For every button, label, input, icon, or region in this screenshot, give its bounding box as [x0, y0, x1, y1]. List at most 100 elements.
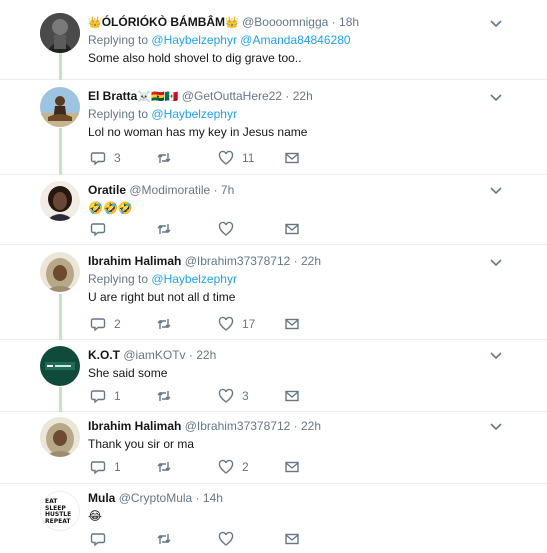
handle[interactable]: @Modimoratile	[129, 183, 210, 197]
tweet-text: Some also hold shovel to dig grave too..	[88, 51, 302, 65]
like-button[interactable]: 2	[218, 459, 249, 475]
display-name[interactable]: Ibrahim Halimah	[88, 419, 181, 433]
display-name[interactable]: Oratile	[88, 183, 126, 197]
reply-icon	[90, 318, 106, 332]
avatar-text: EAT SLEEP HUSTLE REPEAT	[45, 498, 72, 525]
replying-to-handles[interactable]: @Haybelzephyr	[151, 107, 237, 121]
timestamp[interactable]: 22h	[301, 254, 321, 268]
handle[interactable]: @iamKOTv	[123, 348, 185, 362]
reply-icon	[90, 223, 106, 237]
envelope-icon	[285, 390, 299, 402]
reply-icon	[90, 533, 106, 547]
like-button[interactable]	[218, 531, 242, 547]
like-button[interactable]	[218, 221, 242, 237]
replying-to-handles[interactable]: @Haybelzephyr	[151, 272, 237, 286]
retweet-icon	[157, 462, 171, 472]
chevron-down-icon[interactable]	[489, 255, 503, 269]
replying-to-handles[interactable]: @Haybelzephyr @Amanda84846280	[151, 33, 350, 47]
chevron-down-icon[interactable]	[489, 419, 503, 433]
reply-button[interactable]: 2	[90, 316, 121, 332]
reply-count: 1	[114, 389, 121, 403]
avatar[interactable]	[40, 346, 80, 386]
timestamp[interactable]: 14h	[203, 491, 223, 505]
thread-connector	[59, 128, 62, 175]
timestamp[interactable]: 18h	[339, 15, 359, 29]
reply-icon	[90, 152, 106, 166]
replying-to: Replying to @Haybelzephyr	[88, 271, 507, 287]
tweet[interactable]: El Bratta☠️🇬🇭🇲🇽 @GetOuttaHere22 · 22h Re…	[0, 80, 547, 175]
display-name[interactable]: Mula	[88, 491, 115, 505]
avatar[interactable]	[40, 252, 80, 292]
separator-dot: ·	[293, 419, 298, 433]
like-button[interactable]: 17	[218, 316, 255, 332]
timestamp[interactable]: 22h	[301, 419, 321, 433]
tweet[interactable]: 👑ÓLÓRIÓKÒ BÁMBÂM👑 @Boooomnigga · 18h Rep…	[0, 0, 547, 80]
tweet[interactable]: K.O.T @iamKOTv · 22h She said some 1 3	[0, 340, 547, 412]
handle[interactable]: @Ibrahim37378712	[185, 419, 291, 433]
direct-message-button[interactable]	[284, 388, 300, 404]
chevron-down-icon[interactable]	[489, 348, 503, 362]
display-name[interactable]: K.O.T	[88, 348, 120, 362]
tweet[interactable]: Ibrahim Halimah @Ibrahim37378712 · 22h T…	[0, 412, 547, 484]
envelope-icon	[285, 318, 299, 330]
retweet-icon	[157, 534, 171, 544]
envelope-icon	[285, 152, 299, 164]
heart-icon	[218, 459, 234, 474]
display-name[interactable]: ÓLÓRIÓKÒ BÁMBÂM	[102, 15, 225, 29]
direct-message-button[interactable]	[284, 150, 300, 166]
separator-dot: ·	[195, 491, 200, 505]
like-count: 3	[242, 389, 249, 403]
display-name[interactable]: Ibrahim Halimah	[88, 254, 181, 268]
handle[interactable]: @Ibrahim37378712	[185, 254, 291, 268]
direct-message-button[interactable]	[284, 221, 300, 237]
heart-icon	[218, 388, 234, 403]
avatar[interactable]	[40, 13, 80, 53]
chevron-down-icon[interactable]	[489, 183, 503, 197]
direct-message-button[interactable]	[284, 316, 300, 332]
timestamp[interactable]: 7h	[221, 183, 234, 197]
retweet-button[interactable]	[156, 531, 180, 547]
retweet-icon	[157, 153, 171, 163]
avatar[interactable]	[40, 417, 80, 457]
tweet[interactable]: EAT SLEEP HUSTLE REPEAT Mula @CryptoMula…	[0, 484, 547, 553]
retweet-icon	[157, 391, 171, 401]
like-button[interactable]: 11	[218, 150, 254, 166]
reply-button[interactable]: 1	[90, 459, 121, 475]
retweet-button[interactable]	[156, 221, 180, 237]
direct-message-button[interactable]	[284, 459, 300, 475]
handle[interactable]: @CryptoMula	[119, 491, 193, 505]
avatar[interactable]: EAT SLEEP HUSTLE REPEAT	[40, 491, 80, 531]
timestamp[interactable]: 22h	[196, 348, 216, 362]
heart-icon	[218, 221, 234, 236]
like-count: 17	[242, 317, 256, 331]
separator-dot: ·	[331, 15, 336, 29]
retweet-button[interactable]	[156, 459, 180, 475]
avatar[interactable]	[40, 181, 80, 221]
name-emoji: 👑	[88, 17, 102, 29]
handle[interactable]: @GetOuttaHere22	[182, 89, 282, 103]
reply-count: 2	[114, 317, 121, 331]
reply-button[interactable]: 1	[90, 388, 121, 404]
avatar[interactable]	[40, 87, 80, 127]
direct-message-button[interactable]	[284, 531, 300, 547]
like-count: 11	[242, 151, 255, 165]
tweet-text: U are right but not all d time	[88, 290, 236, 304]
separator-dot: ·	[293, 254, 298, 268]
reply-button[interactable]	[90, 531, 114, 547]
tweet[interactable]: Oratile @Modimoratile · 7h 🤣🤣🤣	[0, 175, 547, 245]
reply-button[interactable]	[90, 221, 114, 237]
display-name[interactable]: El Bratta	[88, 89, 137, 103]
chevron-down-icon[interactable]	[489, 90, 503, 104]
tweet[interactable]: Ibrahim Halimah @Ibrahim37378712 · 22h R…	[0, 245, 547, 340]
like-button[interactable]: 3	[218, 388, 249, 404]
like-count: 2	[242, 460, 249, 474]
reply-button[interactable]: 3	[90, 150, 121, 166]
handle[interactable]: @Boooomnigga	[242, 15, 328, 29]
timestamp[interactable]: 22h	[293, 89, 313, 103]
chevron-down-icon[interactable]	[489, 16, 503, 30]
retweet-button[interactable]	[156, 316, 180, 332]
reply-icon	[90, 461, 106, 475]
tweet-text: Thank you sir or ma	[88, 437, 195, 451]
retweet-button[interactable]	[156, 150, 180, 166]
retweet-button[interactable]	[156, 388, 180, 404]
